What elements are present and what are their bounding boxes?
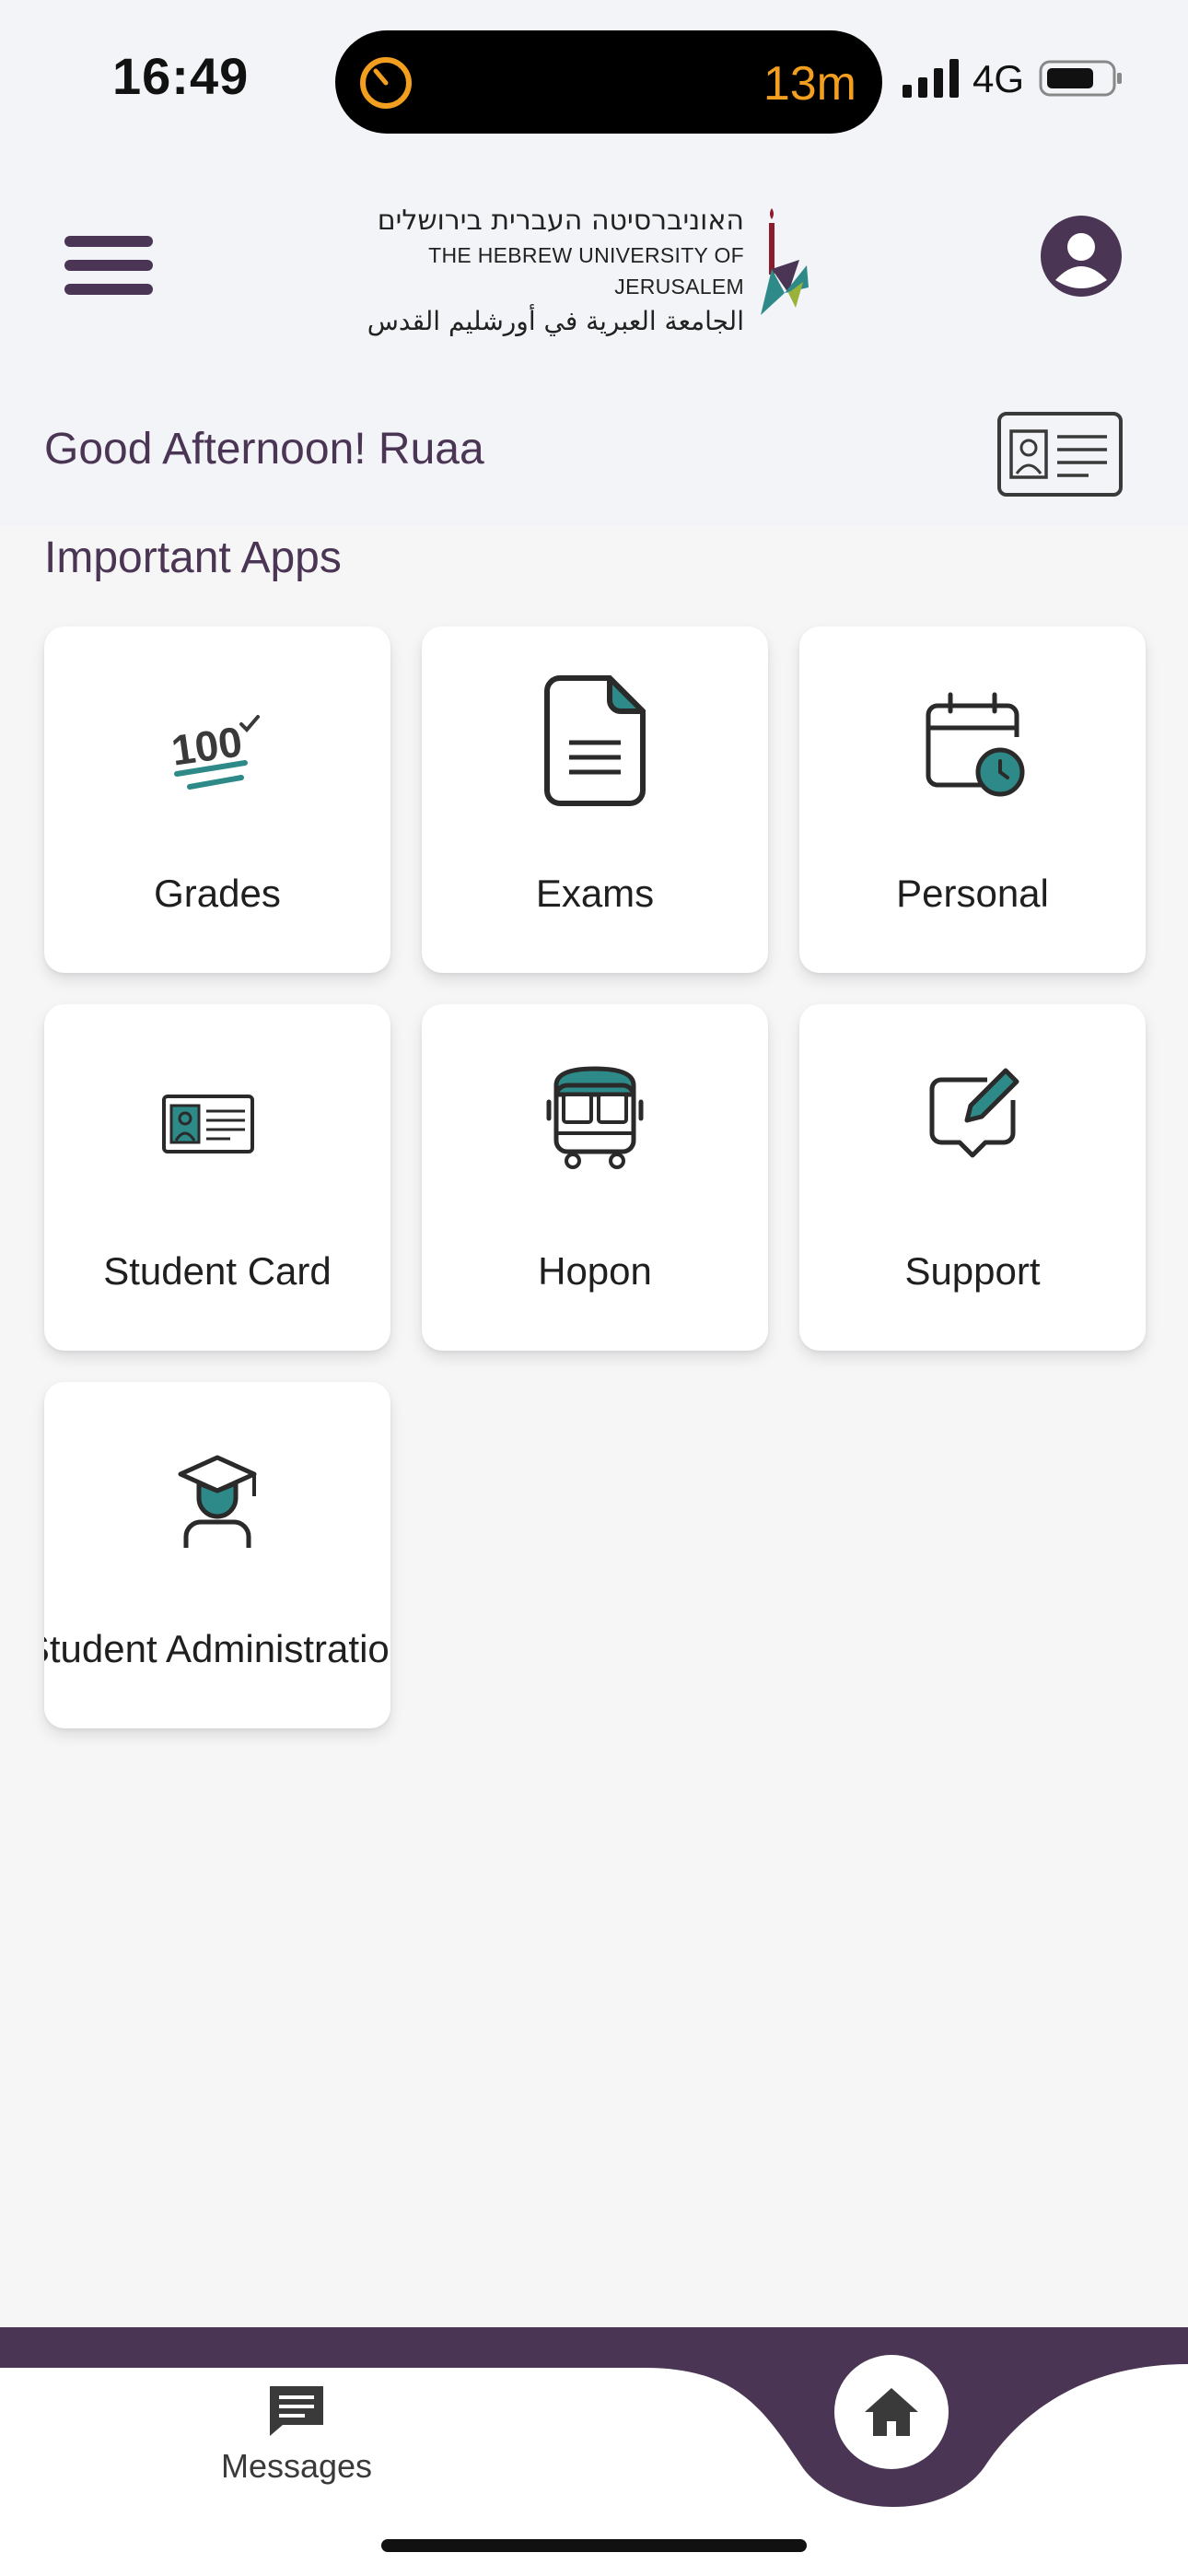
menu-line (64, 284, 153, 295)
home-indicator[interactable] (381, 2539, 807, 2552)
app-tile-label: Exams (535, 872, 655, 915)
timer-icon (360, 57, 412, 109)
bus-icon (546, 1066, 644, 1169)
university-emblem-icon (761, 208, 809, 315)
cellular-signal-icon (903, 59, 959, 98)
id-card-icon[interactable] (996, 411, 1124, 498)
app-tile-support[interactable]: Support (799, 1004, 1146, 1351)
logo-english: THE HEBREW UNIVERSITY OF JERUSALEM (428, 243, 744, 299)
logo-hebrew: האוניברסיטה העברית בירושלים (377, 205, 744, 237)
timer-text: 13m (763, 57, 856, 111)
grades-100-icon: 100 (169, 715, 260, 790)
battery-icon (1039, 60, 1122, 97)
logo-text: האוניברסיטה העברית בירושלים THE HEBREW U… (367, 203, 744, 341)
id-card-icon (162, 1095, 254, 1153)
greeting-text: Good Afternoon! Ruaa (44, 425, 484, 474)
nav-messages-tab[interactable]: Messages (195, 2383, 398, 2502)
nav-messages-label: Messages (220, 2447, 373, 2485)
dynamic-island[interactable]: 13m (335, 30, 882, 134)
app-tile-student-administration[interactable]: Student Administration (44, 1382, 390, 1728)
app-tile-label: Support (904, 1249, 1041, 1293)
app-tile-label: Grades (154, 872, 281, 915)
app-tile-label: Student Administration (44, 1627, 390, 1670)
app-tile-label: Personal (896, 872, 1049, 915)
menu-line (64, 260, 153, 271)
nav-home-button[interactable] (834, 2355, 949, 2469)
menu-line (64, 236, 153, 247)
app-tile-grades[interactable]: 100 Grades (44, 626, 390, 973)
calendar-clock-icon (926, 692, 1025, 797)
profile-avatar-icon[interactable] (1039, 214, 1124, 299)
chat-edit-icon (929, 1068, 1019, 1158)
app-tile-hopon[interactable]: Hopon (422, 1004, 768, 1351)
document-icon (544, 675, 646, 806)
app-tile-label: Hopon (538, 1249, 652, 1293)
network-type: 4G (973, 57, 1025, 100)
university-logo: האוניברסיטה העברית בירושלים THE HEBREW U… (367, 203, 818, 341)
status-bar: 16:49 13m 4G (0, 0, 1188, 157)
app-tile-personal[interactable]: Personal (799, 626, 1146, 973)
app-tile-exams[interactable]: Exams (422, 626, 768, 973)
app-tile-label: Student Card (103, 1249, 332, 1293)
messages-icon (270, 2386, 323, 2436)
hamburger-menu-button[interactable] (61, 227, 157, 304)
app-header: האוניברסיטה העברית בירושלים THE HEBREW U… (0, 157, 1188, 525)
home-icon (865, 2388, 918, 2436)
logo-arabic: الجامعة العبرية في أورشليم القدس (367, 306, 744, 336)
status-time: 16:49 (112, 47, 250, 105)
app-tile-student-card[interactable]: Student Card (44, 1004, 390, 1351)
section-title-important-apps: Important Apps (44, 533, 342, 582)
graduate-icon (178, 1455, 257, 1548)
